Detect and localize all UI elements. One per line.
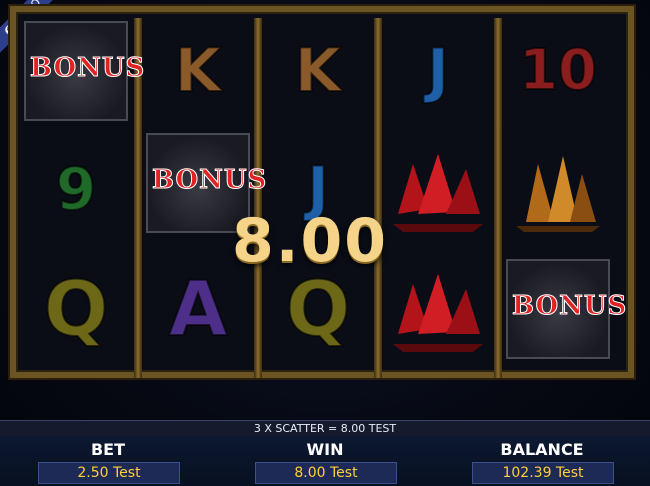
symbol-q: Q: [285, 264, 352, 353]
red-crystal-icon: [393, 154, 483, 232]
amber-crystal-icon: [516, 156, 600, 232]
win-label: WIN: [306, 440, 344, 459]
bonus-symbol: BONUS: [506, 259, 627, 359]
reel-1-row-3: Q: [20, 250, 132, 368]
reel-frame: BONUS 9 Q K BONUS A K J Q J 10 BONUS: [10, 6, 634, 378]
reel-1-row-2: 9: [20, 130, 132, 248]
reel-4-row-3: [382, 250, 494, 368]
bet-label: BET: [90, 440, 126, 459]
reel-5-row-3: BONUS: [502, 250, 627, 368]
symbol-k: K: [294, 36, 342, 106]
bet-value[interactable]: 2.50 Test: [38, 462, 180, 484]
symbol-k: K: [174, 36, 222, 106]
bet-panel[interactable]: BET 2.50 Test: [0, 436, 216, 486]
symbol-j: J: [426, 36, 450, 106]
reel-divider: [374, 18, 382, 378]
bonus-label: BONUS: [29, 53, 146, 84]
balance-value: 102.39 Test: [472, 462, 614, 484]
reel-divider: [254, 18, 262, 378]
reel-5-row-1: 10: [502, 12, 614, 130]
bottom-hud: BET 2.50 Test WIN 8.00 Test BALANCE 102.…: [0, 436, 650, 486]
balance-panel: BALANCE 102.39 Test: [434, 436, 650, 486]
reel-2-row-1: K: [142, 12, 254, 130]
scatter-message: 3 X SCATTER = 8.00 TEST: [253, 422, 397, 435]
balance-label: BALANCE: [500, 440, 584, 459]
scatter-message-bar: 3 X SCATTER = 8.00 TEST: [0, 420, 650, 437]
win-value: 8.00 Test: [255, 462, 397, 484]
reel-4-row-2: [382, 130, 494, 248]
reel-divider: [494, 18, 502, 378]
symbol-10: 10: [518, 38, 598, 103]
symbol-9: 9: [55, 155, 97, 223]
reel-3-row-1: K: [262, 12, 374, 130]
win-panel: WIN 8.00 Test: [217, 436, 433, 486]
red-crystal-icon: [393, 274, 483, 352]
symbol-a: A: [168, 264, 229, 353]
reel-5-row-2: [502, 130, 614, 248]
reel-4-row-1: J: [382, 12, 494, 130]
win-amount: 8.00: [232, 206, 389, 276]
bonus-label: BONUS: [151, 165, 268, 196]
bonus-label: BONUS: [511, 291, 628, 322]
bonus-symbol: BONUS: [24, 21, 145, 121]
symbol-q: Q: [43, 264, 110, 353]
reel-1-row-1: BONUS: [20, 12, 145, 130]
